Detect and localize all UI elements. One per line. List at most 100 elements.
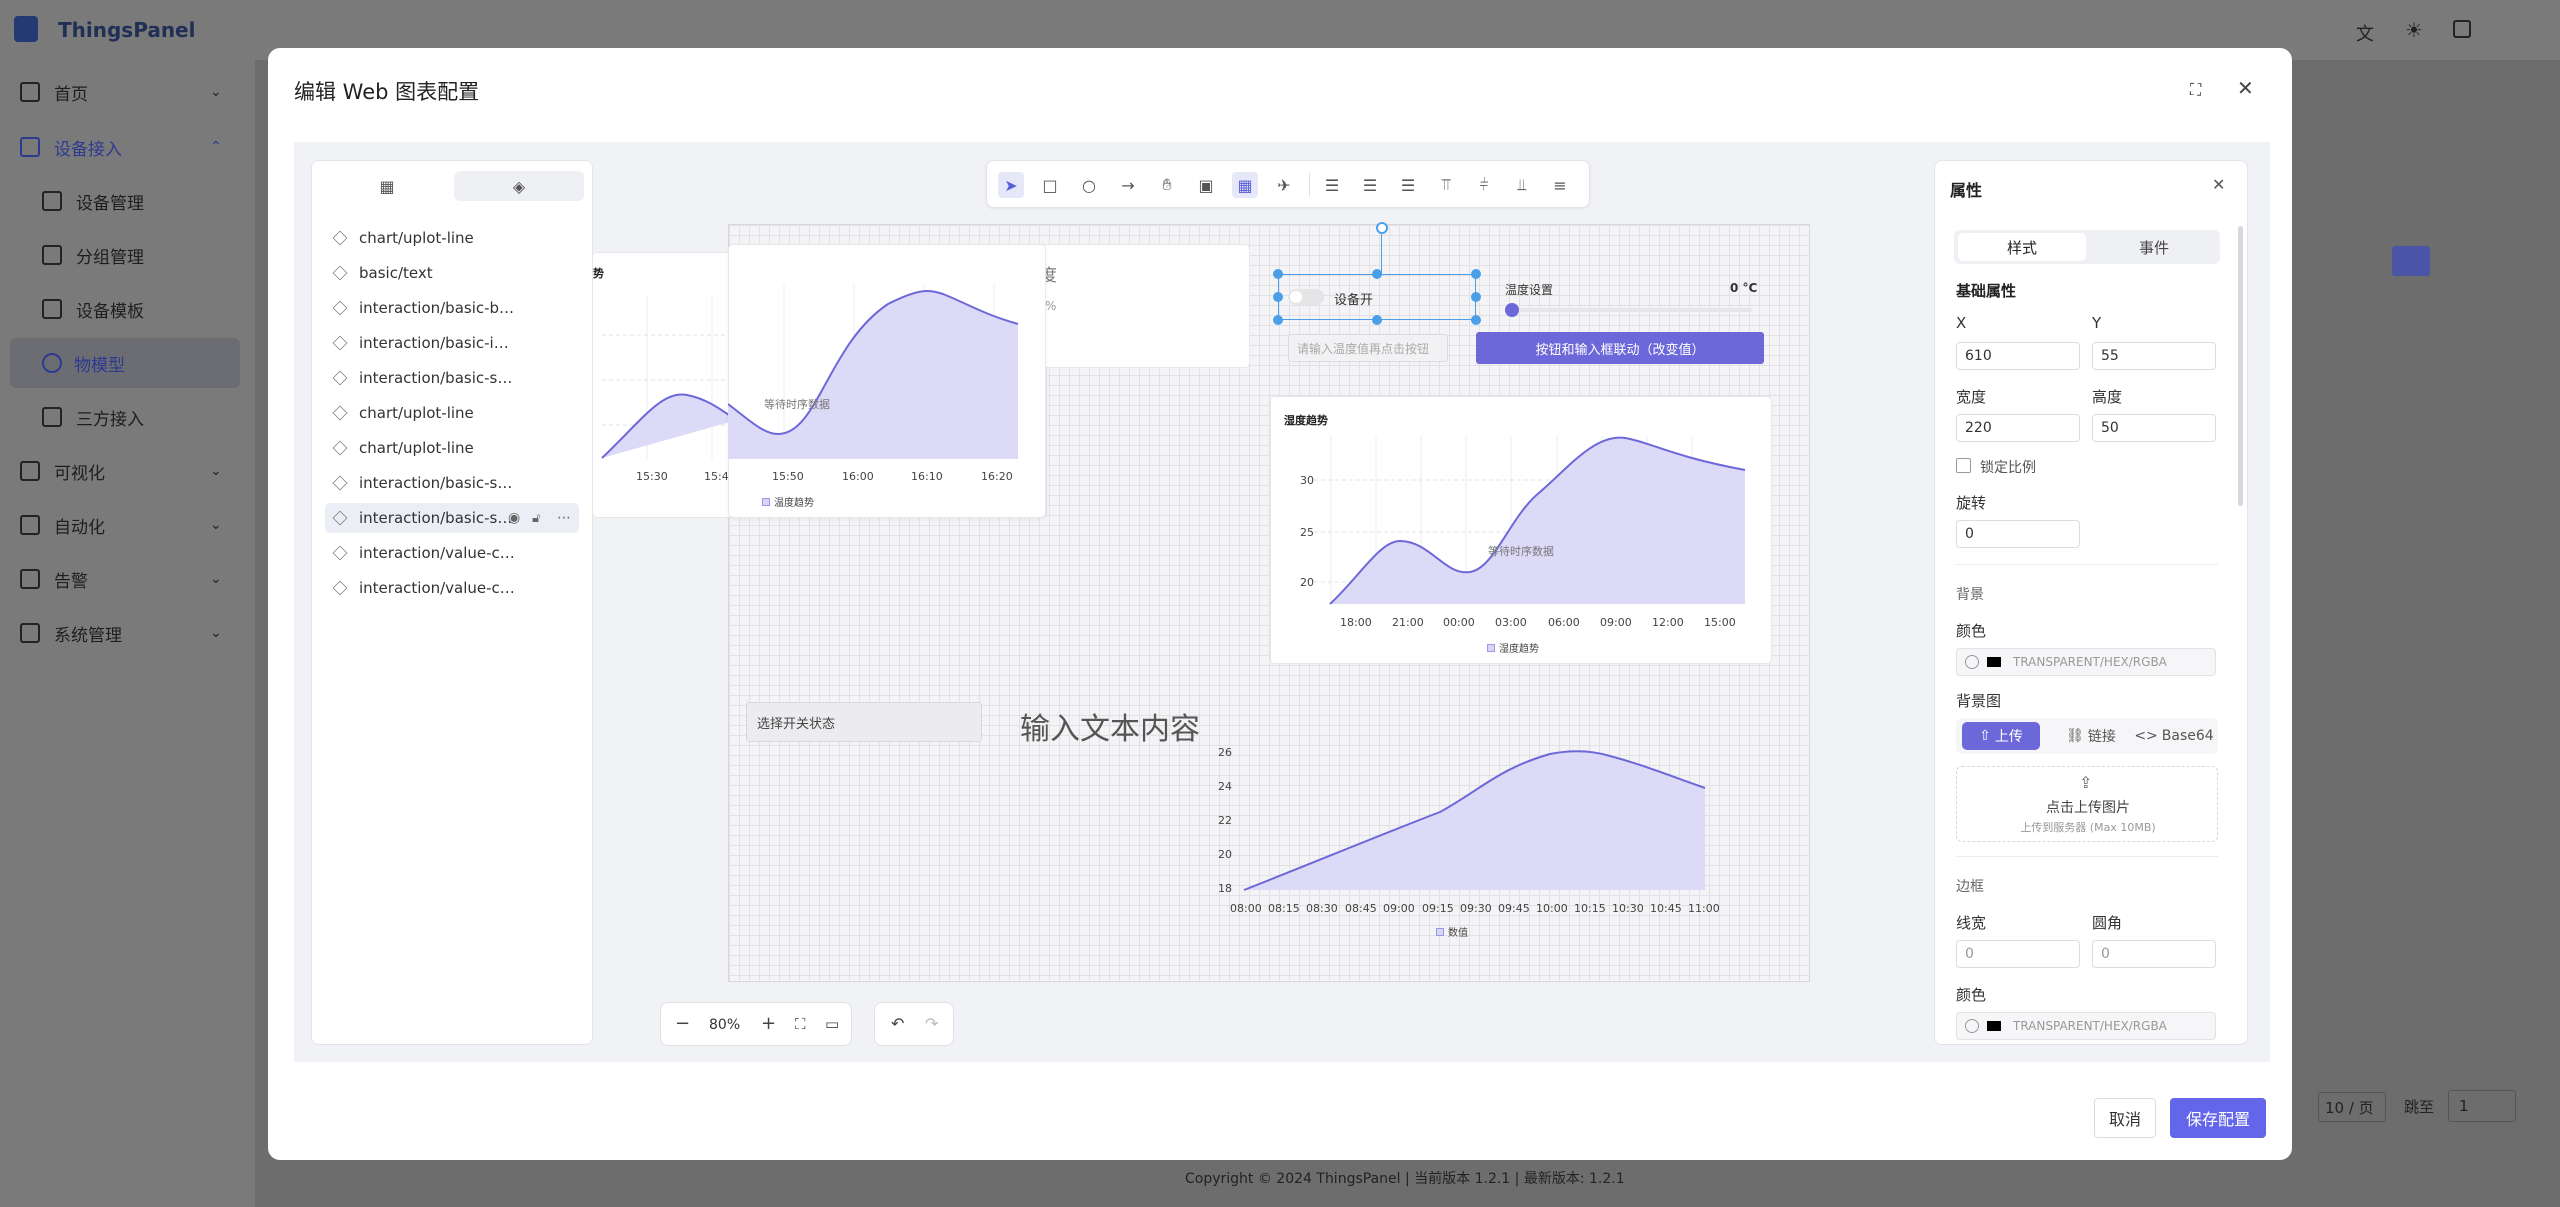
color-picker-icon[interactable]: [1965, 655, 1979, 669]
save-config-button[interactable]: 保存配置: [2170, 1098, 2266, 1138]
height-input[interactable]: 50: [2092, 414, 2216, 442]
cancel-button[interactable]: 取消: [2094, 1098, 2156, 1138]
temperature-input[interactable]: 请输入温度值再点击按钮: [1288, 334, 1448, 362]
align-middle-icon[interactable]: ⫩: [1471, 172, 1497, 198]
nav-visualization[interactable]: 可视化 ⌄: [0, 446, 255, 496]
layer-item[interactable]: interaction/basic-i…: [325, 328, 579, 358]
rotate-handle[interactable]: [1376, 222, 1388, 234]
line-width-input[interactable]: 0: [1956, 940, 2080, 968]
circle-tool-icon[interactable]: ○: [1076, 172, 1102, 198]
tab-event[interactable]: 事件: [2090, 233, 2218, 261]
align-right-icon[interactable]: ☰: [1395, 172, 1421, 198]
rotation-input[interactable]: 0: [1956, 520, 2080, 548]
resize-handle[interactable]: [1273, 315, 1283, 325]
align-left-icon[interactable]: ☰: [1319, 172, 1345, 198]
nav-group-manage[interactable]: 分组管理: [0, 230, 255, 280]
layer-item[interactable]: basic/text: [325, 258, 579, 288]
props-scrollbar[interactable]: [2238, 226, 2243, 506]
grid-tool-icon[interactable]: ▦: [1232, 172, 1258, 198]
upload-tab[interactable]: ⇧ 上传: [1962, 722, 2040, 750]
upload-dropzone[interactable]: ⇪ 点击上传图片 上传到服务器 (Max 10MB): [1956, 766, 2218, 842]
base64-tab[interactable]: <> Base64: [2134, 722, 2214, 750]
x-tick-label: 15:30: [636, 470, 668, 483]
bg-color-input[interactable]: TRANSPARENT/HEX/RGBA: [1956, 648, 2216, 676]
lock-icon[interactable]: 🔓︎: [532, 511, 540, 526]
nav-device-access[interactable]: 设备接入 ⌃: [0, 122, 255, 172]
nav-third-party[interactable]: 三方接入: [0, 392, 255, 442]
layer-item[interactable]: interaction/basic-s…: [325, 468, 579, 498]
temp-slider-track[interactable]: [1510, 308, 1752, 312]
layer-item-selected[interactable]: interaction/basic-s… ◉ 🔓︎ ⋯: [325, 503, 579, 533]
close-icon[interactable]: ✕: [2237, 76, 2254, 100]
layer-item[interactable]: interaction/basic-s…: [325, 363, 579, 393]
nav-thing-model[interactable]: 物模型: [10, 338, 240, 388]
resize-handle[interactable]: [1471, 315, 1481, 325]
x-input[interactable]: 610: [1956, 342, 2080, 370]
zoom-out-icon[interactable]: −: [675, 1013, 690, 1034]
image-tool-icon[interactable]: ▣: [1193, 172, 1219, 198]
switch-state-select[interactable]: 选择开关状态: [746, 702, 982, 742]
props-close-icon[interactable]: ✕: [2212, 175, 2225, 194]
layer-item[interactable]: interaction/value-c…: [325, 573, 579, 603]
resize-handle[interactable]: [1273, 292, 1283, 302]
rocket-tool-icon[interactable]: ✈: [1271, 172, 1297, 198]
eye-icon[interactable]: ◉: [508, 510, 520, 526]
resize-handle[interactable]: [1471, 269, 1481, 279]
text-content[interactable]: 输入文本内容: [1020, 704, 1200, 748]
lock-ratio-checkbox[interactable]: [1956, 458, 1971, 473]
undo-icon[interactable]: ↶: [891, 1014, 904, 1033]
rectangle-tool-icon[interactable]: □: [1037, 172, 1063, 198]
layer-item[interactable]: chart/uplot-line: [325, 223, 579, 253]
radius-input[interactable]: 0: [2092, 940, 2216, 968]
x-tick-label: 15:00: [1704, 616, 1736, 629]
more-icon[interactable]: ⋯: [557, 510, 571, 526]
resize-handle[interactable]: [1273, 269, 1283, 279]
select-tool-icon[interactable]: ➤: [998, 172, 1024, 198]
x-label: X: [1956, 314, 1967, 332]
upload-title: 点击上传图片: [2046, 800, 2130, 816]
preview-icon[interactable]: ▭: [825, 1015, 839, 1033]
page-size-select[interactable]: 10 / 页: [2318, 1092, 2386, 1122]
x-tick-label: 10:30: [1612, 902, 1644, 915]
resize-handle[interactable]: [1372, 315, 1382, 325]
tab-style[interactable]: 样式: [1958, 233, 2086, 261]
arrow-tool-icon[interactable]: →: [1115, 172, 1141, 198]
zoom-in-icon[interactable]: +: [761, 1013, 776, 1034]
app-name: ThingsPanel: [58, 18, 196, 42]
translate-icon[interactable]: 文: [2356, 20, 2374, 46]
align-bottom-icon[interactable]: ⫫: [1509, 172, 1535, 198]
align-top-icon[interactable]: ⫪: [1433, 172, 1459, 198]
color-picker-icon[interactable]: [1965, 1019, 1979, 1033]
distribute-icon[interactable]: ≡: [1547, 172, 1573, 198]
align-center-icon[interactable]: ☰: [1357, 172, 1383, 198]
fullscreen-icon[interactable]: ⛶: [2190, 80, 2201, 100]
nav-device-manage[interactable]: 设备管理: [0, 176, 255, 226]
y-tick-label: 26: [1218, 746, 1232, 759]
device-switch[interactable]: [1288, 289, 1324, 305]
switch-knob: [1290, 291, 1302, 303]
layout-icon[interactable]: [2453, 20, 2471, 38]
border-color-input[interactable]: TRANSPARENT/HEX/RGBA: [1956, 1012, 2216, 1040]
link-tab[interactable]: ⛓ 链接: [2052, 722, 2130, 750]
redo-icon[interactable]: ↷: [925, 1014, 938, 1033]
nav-system[interactable]: 系统管理 ⌄: [0, 608, 255, 658]
layer-item[interactable]: chart/uplot-line: [325, 433, 579, 463]
nav-home[interactable]: 首页 ⌄: [0, 67, 255, 117]
nav-alarm[interactable]: 告警 ⌄: [0, 554, 255, 604]
resize-handle[interactable]: [1372, 269, 1382, 279]
nav-automation[interactable]: 自动化 ⌄: [0, 500, 255, 550]
width-input[interactable]: 220: [1956, 414, 2080, 442]
y-input[interactable]: 55: [2092, 342, 2216, 370]
temp-slider-handle[interactable]: [1505, 303, 1519, 317]
nav-device-template[interactable]: 设备模板: [0, 284, 255, 334]
resize-handle[interactable]: [1471, 292, 1481, 302]
goto-input[interactable]: 1: [2448, 1090, 2516, 1122]
grid-view-button[interactable]: [2392, 246, 2430, 276]
layer-item[interactable]: chart/uplot-line: [325, 398, 579, 428]
linked-action-button[interactable]: 按钮和输入框联动（改变值）: [1476, 332, 1764, 364]
theme-icon[interactable]: ☀: [2405, 18, 2423, 42]
hand-tool-icon[interactable]: ✋︎: [1154, 172, 1180, 198]
layer-item[interactable]: interaction/basic-b…: [325, 293, 579, 323]
layer-item[interactable]: interaction/value-c…: [325, 538, 579, 568]
fit-screen-icon[interactable]: ⛶: [795, 1015, 806, 1033]
